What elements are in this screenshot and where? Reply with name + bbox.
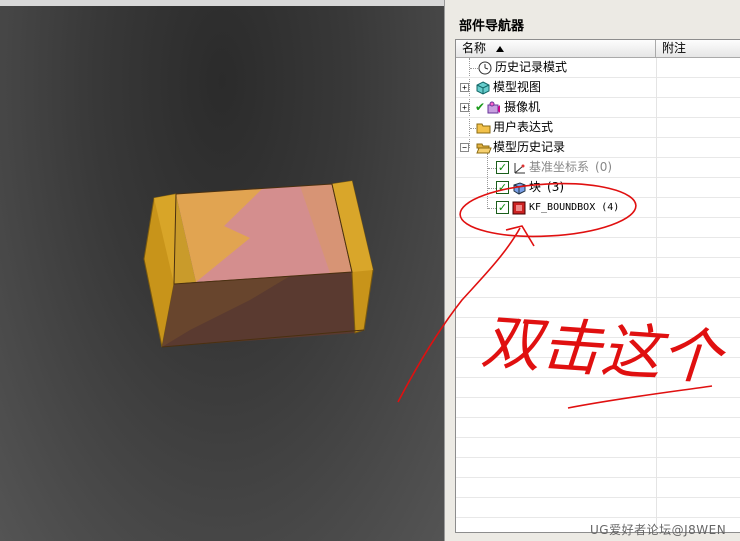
part-navigator-panel: 部件导航器 名称 附注 历史记录模式 + 模型视图 + ✔ 摄像机 用户表达式 … xyxy=(444,0,740,541)
folder-icon xyxy=(476,121,491,135)
visibility-checkbox[interactable]: ✓ xyxy=(496,181,509,194)
clock-icon xyxy=(478,61,492,75)
visibility-checkbox[interactable]: ✓ xyxy=(496,161,509,174)
feature-index: (3) xyxy=(547,180,565,194)
tree-item-block[interactable]: ✓ 块 (3) xyxy=(456,178,740,198)
kf-feature-icon xyxy=(512,201,526,215)
navigator-tree[interactable]: 名称 附注 历史记录模式 + 模型视图 + ✔ 摄像机 用户表达式 − 模型历史… xyxy=(455,39,740,533)
tree-item-model-history[interactable]: − 模型历史记录 xyxy=(456,138,740,158)
column-note-label: 附注 xyxy=(662,41,687,55)
empty-row xyxy=(456,318,740,338)
empty-row xyxy=(456,338,740,358)
folder-open-icon xyxy=(476,141,492,155)
tree-item-cameras[interactable]: + ✔ 摄像机 xyxy=(456,98,740,118)
datum-csys-icon xyxy=(512,161,526,175)
column-header-name[interactable]: 名称 xyxy=(456,40,656,57)
cube-view-icon xyxy=(476,80,490,95)
empty-row xyxy=(456,378,740,398)
feature-index: (4) xyxy=(601,202,620,213)
empty-row xyxy=(456,258,740,278)
tree-item-label: 摄像机 xyxy=(504,100,541,114)
tree-item-label: 块 xyxy=(529,180,542,194)
tree-connector xyxy=(488,188,496,189)
empty-row xyxy=(456,218,740,238)
watermark: UG爱好者论坛@J8WEN xyxy=(590,523,727,537)
camera-icon xyxy=(487,101,501,115)
tree-item-label: 模型视图 xyxy=(493,80,542,94)
sort-ascending-icon xyxy=(496,45,505,52)
tree-item-history-mode[interactable]: 历史记录模式 xyxy=(456,58,740,78)
tree-item-label: KF_BOUNDBOX xyxy=(529,202,596,213)
empty-row xyxy=(456,478,740,498)
tree-item-label: 历史记录模式 xyxy=(495,60,568,74)
empty-row xyxy=(456,418,740,438)
empty-row xyxy=(456,458,740,478)
empty-row xyxy=(456,298,740,318)
tree-item-label: 模型历史记录 xyxy=(493,140,566,154)
tree-item-model-views[interactable]: + 模型视图 xyxy=(456,78,740,98)
empty-row xyxy=(456,498,740,518)
bounding-box-model[interactable] xyxy=(0,0,444,541)
tree-item-user-expressions[interactable]: 用户表达式 xyxy=(456,118,740,138)
column-name-label: 名称 xyxy=(462,41,487,55)
tree-item-label: 基准坐标系 xyxy=(529,160,590,174)
tree-header: 名称 附注 xyxy=(456,40,740,58)
tree-item-label: 用户表达式 xyxy=(493,120,554,134)
column-header-note[interactable]: 附注 xyxy=(662,40,686,57)
panel-title: 部件导航器 xyxy=(459,19,525,34)
empty-row xyxy=(456,278,740,298)
tree-item-datum-csys[interactable]: ✓ 基准坐标系 (0) xyxy=(456,158,740,178)
tree-connector xyxy=(470,68,478,69)
block-icon xyxy=(512,181,526,195)
tree-item-kf-boundbox[interactable]: ✓ KF_BOUNDBOX (4) xyxy=(456,198,740,218)
empty-row xyxy=(456,398,740,418)
visibility-checkbox[interactable]: ✓ xyxy=(496,201,509,214)
empty-row xyxy=(456,358,740,378)
tree-rows: 历史记录模式 + 模型视图 + ✔ 摄像机 用户表达式 − 模型历史记录 ✓ 基… xyxy=(456,58,740,532)
collapse-icon[interactable]: − xyxy=(460,143,469,152)
expand-icon[interactable]: + xyxy=(460,103,469,112)
3d-viewport[interactable] xyxy=(0,0,444,541)
tree-connector xyxy=(488,168,496,169)
checkmark-icon: ✔ xyxy=(475,100,486,114)
tree-connector xyxy=(488,208,496,209)
expand-icon[interactable]: + xyxy=(460,83,469,92)
feature-index: (0) xyxy=(595,160,613,174)
empty-row xyxy=(456,438,740,458)
empty-row xyxy=(456,238,740,258)
